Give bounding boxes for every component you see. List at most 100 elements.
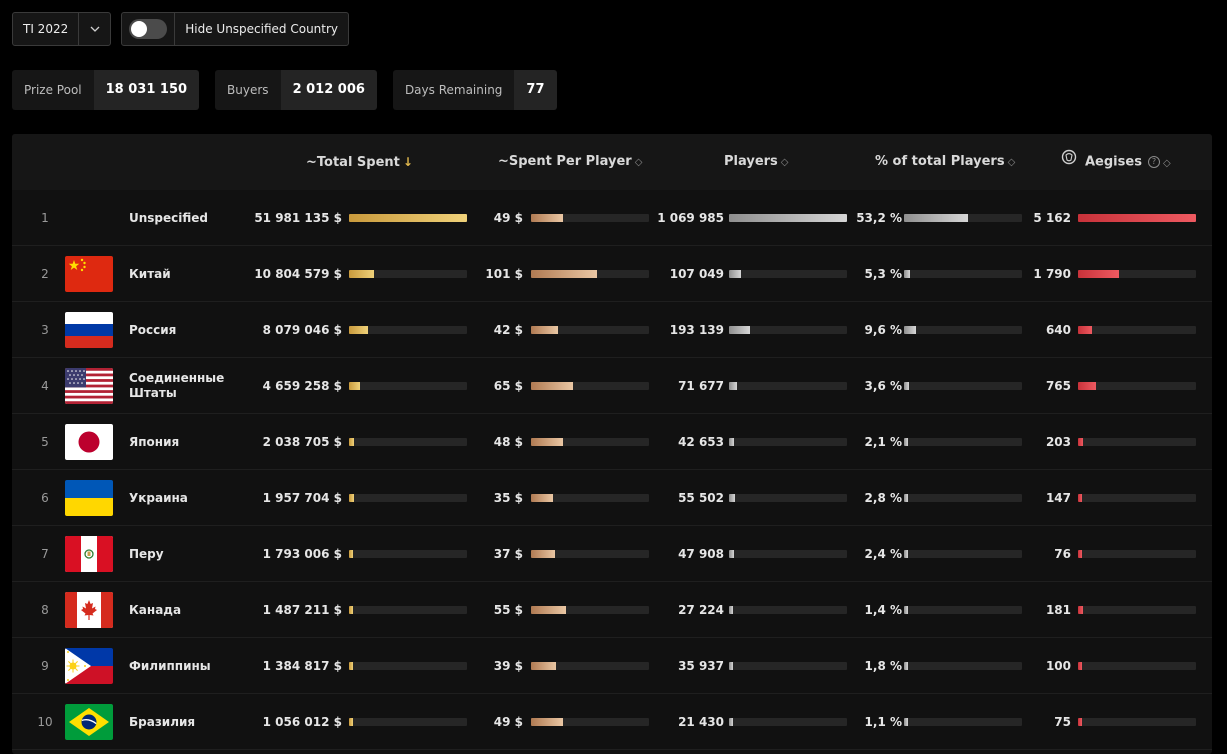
cell-spent-per-player: 55 $ xyxy=(493,603,523,617)
country-name: Бразилия xyxy=(129,714,196,729)
bar-fill xyxy=(349,718,353,726)
bar-fill xyxy=(904,494,908,502)
bar-fill xyxy=(531,550,555,558)
bar-fill xyxy=(349,438,354,446)
bar-fill xyxy=(349,662,353,670)
bar-fill xyxy=(1078,326,1093,334)
bar-fill xyxy=(904,326,916,334)
cell-players: 107 049 xyxy=(669,267,724,281)
bar-fill xyxy=(349,270,374,278)
cell-pct-players: 1,8 % xyxy=(864,659,902,673)
bar-aegises xyxy=(1078,662,1196,670)
bar-aegises xyxy=(1078,606,1196,614)
country-name: Украина xyxy=(129,490,188,505)
hide-unspecified-filter[interactable]: Hide Unspecified Country xyxy=(121,12,350,46)
table-row[interactable]: 7 Перу 1 793 006 $37 $47 908 2,4 % 76 xyxy=(12,526,1212,582)
cell-spent-per-player: 49 $ xyxy=(493,211,523,225)
flag-us-icon xyxy=(65,368,113,404)
col-players[interactable]: Players ◇ xyxy=(724,134,789,190)
cell-spent-per-player: 35 $ xyxy=(493,491,523,505)
stat-label: Prize Pool xyxy=(12,70,94,110)
event-select[interactable]: TI 2022 xyxy=(12,12,112,46)
col-spent-per-player-label: ~Spent Per Player xyxy=(498,154,632,169)
bar-fill xyxy=(349,550,353,558)
col-spent-per-player[interactable]: ~Spent Per Player ◇ xyxy=(498,134,642,190)
table-row[interactable]: 10 Бразилия 1 056 012 $49 $21 430 1,1 % 75 xyxy=(12,694,1212,750)
cell-total-spent: 1 793 006 $ xyxy=(262,547,342,561)
flag-ru-icon xyxy=(65,312,113,348)
col-pct-players-label: % of total Players xyxy=(875,154,1005,169)
bar-fill xyxy=(1078,382,1096,390)
bar-fill xyxy=(349,382,360,390)
cell-aegises: 181 xyxy=(1045,603,1071,617)
table-row[interactable]: 5 Япония 2 038 705 $48 $42 653 2,1 % 203 xyxy=(12,414,1212,470)
flag-ph-icon xyxy=(65,648,113,684)
cell-pct-players: 1,1 % xyxy=(864,715,902,729)
cell-players: 47 908 xyxy=(678,547,724,561)
bar-aegises xyxy=(1078,270,1196,278)
table-row[interactable]: 8 Канада 1 487 211 $55 $27 224 1,4 % 181 xyxy=(12,582,1212,638)
table-row[interactable]: 9 Филиппины 1 384 817 $39 $35 937 1,8 % 100 xyxy=(12,638,1212,694)
bar-aegises xyxy=(1078,718,1196,726)
sort-icon: ◇ xyxy=(780,157,789,168)
stat-value: 18 031 150 xyxy=(93,70,200,110)
cell-spent-per-player: 101 $ xyxy=(485,267,523,281)
table-row[interactable]: 1 Unspecified 51 981 135 $ 49 $ 1 069 985 53,… xyxy=(12,190,1212,246)
bar-aegises xyxy=(1078,438,1196,446)
bar-fill xyxy=(531,662,556,670)
cell-aegises: 203 xyxy=(1045,435,1071,449)
bar-fill xyxy=(729,382,738,390)
cell-players: 55 502 xyxy=(678,491,724,505)
cell-aegises: 75 xyxy=(1054,715,1071,729)
cell-pct-players: 2,1 % xyxy=(864,435,902,449)
stat-prize-pool: Prize Pool 18 031 150 xyxy=(12,70,200,110)
col-pct-players[interactable]: % of total Players ◇ xyxy=(875,134,1015,190)
stat-value: 77 xyxy=(514,70,557,110)
bar-fill xyxy=(729,606,733,614)
bar-fill xyxy=(1078,550,1082,558)
country-name: Канада xyxy=(129,602,182,617)
bar-aegises xyxy=(1078,382,1196,390)
table-row[interactable]: 4 Соединенные Штаты 4 659 258 $65 $71 677 3… xyxy=(12,358,1212,414)
country-name: Россия xyxy=(129,322,177,337)
aegis-icon xyxy=(1061,134,1077,190)
help-icon[interactable]: ? xyxy=(1147,156,1160,168)
bar-fill xyxy=(531,438,563,446)
cell-spent-per-player: 65 $ xyxy=(493,379,523,393)
cell-total-spent: 2 038 705 $ xyxy=(262,435,342,449)
country-name: Филиппины xyxy=(129,658,211,673)
flag-jp-icon xyxy=(65,424,113,460)
bar-fill xyxy=(904,382,909,390)
bar-fill xyxy=(349,606,353,614)
col-aegises[interactable]: Aegises? ◇ xyxy=(1061,134,1171,190)
stat-value: 2 012 006 xyxy=(280,70,377,110)
bar-fill xyxy=(1078,662,1082,670)
chevron-down-icon[interactable] xyxy=(78,13,110,45)
cell-pct-players: 1,4 % xyxy=(864,603,902,617)
bar-aegises xyxy=(1078,494,1196,502)
table-row[interactable]: 6 Украина 1 957 704 $35 $55 502 2,8 % 147 xyxy=(12,470,1212,526)
cell-aegises: 765 xyxy=(1045,379,1071,393)
cell-players: 21 430 xyxy=(678,715,724,729)
cell-spent-per-player: 39 $ xyxy=(493,659,523,673)
table-row[interactable]: 2 Китай 10 804 579 $101 $107 049 5,3 % 1 790 xyxy=(12,246,1212,302)
bar-fill xyxy=(1078,270,1120,278)
bar-fill xyxy=(904,718,908,726)
hide-unspecified-toggle[interactable] xyxy=(129,19,168,39)
cell-players: 42 653 xyxy=(678,435,724,449)
cell-aegises: 1 790 xyxy=(1033,267,1071,281)
cell-players: 193 139 xyxy=(669,323,724,337)
cell-aegises: 147 xyxy=(1045,491,1071,505)
col-total-spent[interactable]: ~Total Spent ↓ xyxy=(306,134,413,190)
stat-days-remaining: Days Remaining 77 xyxy=(392,70,557,110)
cell-spent-per-player: 42 $ xyxy=(493,323,523,337)
bar-fill xyxy=(531,606,567,614)
bar-fill xyxy=(729,326,751,334)
bar-fill xyxy=(729,718,733,726)
country-name: Япония xyxy=(129,434,180,449)
bar-fill xyxy=(1078,606,1083,614)
table-row[interactable]: 3 Россия 8 079 046 $42 $193 139 9,6 % 640 xyxy=(12,302,1212,358)
bar-fill xyxy=(729,438,734,446)
bar-fill xyxy=(1078,438,1083,446)
bar-fill xyxy=(1078,718,1082,726)
